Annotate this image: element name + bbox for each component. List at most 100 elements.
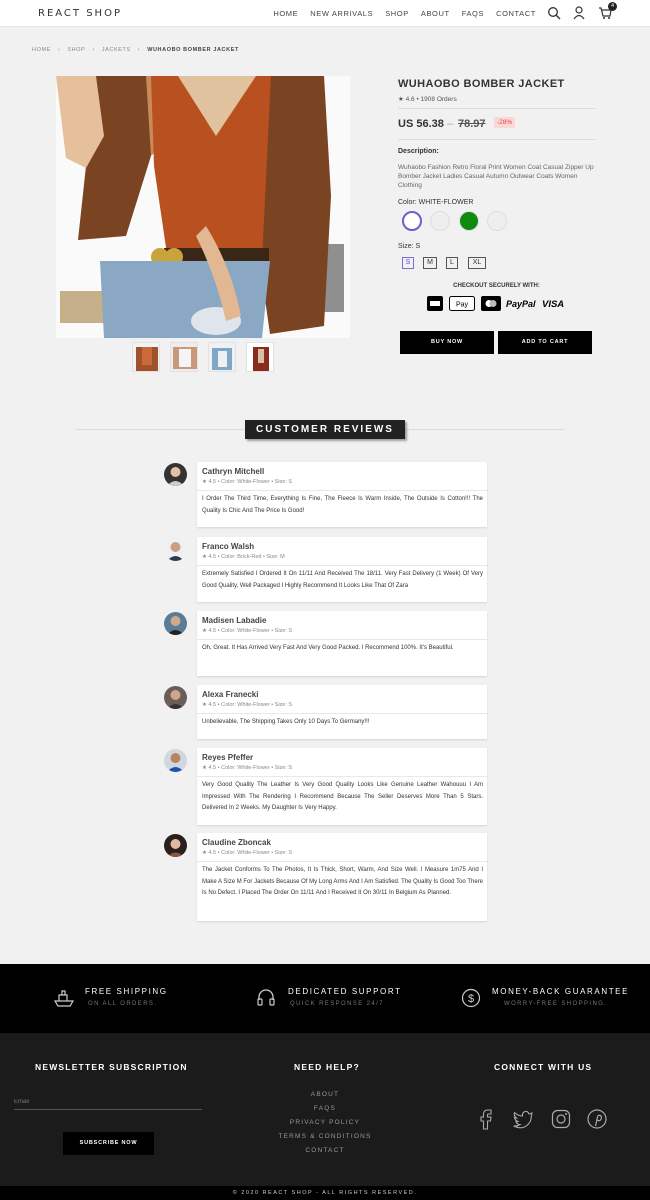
review-card: Madisen Labadie ★ 4.5 • Color: White-Flo… [197,611,487,676]
features-strip: FREE SHIPPING ON ALL ORDERS. DEDICATED S… [0,964,650,1033]
size-label: Size: S [398,243,421,250]
nav-about[interactable]: ABOUT [421,9,450,18]
review-card: Cathryn Mitchell ★ 4.5 • Color: White-Fl… [197,462,487,527]
reviewer-name: Madisen Labadie [202,616,267,625]
svg-text:PayPal: PayPal [506,299,536,309]
review-meta: ★ 4.5 • Color: Brick-Red • Size: M [202,554,285,560]
description-text: Wuhaobo Fashion Retro Floral Print Women… [398,164,594,189]
product-thumbnail[interactable] [208,342,236,372]
footer-link-terms[interactable]: TERMS & CONDITIONS [260,1133,390,1140]
reviewer-name: Reyes Pfeffer [202,753,254,762]
search-icon[interactable] [547,6,561,20]
review-meta: ★ 4.5 • Color: White-Flower • Size: S [202,702,292,708]
svg-text:Pay: Pay [456,302,469,309]
size-option-s[interactable]: S [402,257,414,269]
paypal-icon: PayPal [506,299,536,309]
color-label: Color: WHITE-FLOWER [398,199,474,206]
review-card: Alexa Franecki ★ 4.5 • Color: White-Flow… [197,685,487,739]
logo[interactable]: REACT SHOP [38,8,122,19]
reviewer-name: Cathryn Mitchell [202,467,265,476]
feature-subtitle: ON ALL ORDERS. [88,1001,158,1007]
review-meta-text: 4.5 • Color: White-Flower • Size: S [208,850,293,856]
product-price: US 56.38 – [398,118,453,130]
connect-title: CONNECT WITH US [494,1062,593,1072]
twitter-icon[interactable] [512,1108,534,1130]
color-swatch[interactable] [487,211,507,231]
size-option-xl[interactable]: XL [468,257,486,269]
breadcrumb-shop[interactable]: SHOP [67,47,85,53]
product-rating: ★ 4.6 • 1908 Orders [398,95,457,103]
color-swatch-green[interactable] [459,211,479,231]
breadcrumb-current: WUHAOBO BOMBER JACKET [147,47,239,53]
reviewer-name: Claudine Zboncak [202,838,271,847]
subscribe-button[interactable]: SUBSCRIBE NOW [63,1132,154,1155]
user-icon[interactable] [573,6,585,20]
review-text: Oh, Great. It Has Arrived Very Fast And … [202,645,454,651]
divider [197,639,487,640]
review-text: Unbelievable, The Shipping Takes Only 10… [202,719,370,725]
feature-subtitle: QUICK RESPONSE 24/7 [290,1001,384,1007]
description-label: Description: [398,148,439,155]
review-card: Claudine Zboncak ★ 4.5 • Color: White-Fl… [197,833,487,921]
pinterest-icon[interactable] [586,1108,608,1130]
size-option-m[interactable]: M [423,257,437,269]
review-text: I Order The Third Time, Everything Is Fi… [202,496,483,514]
nav-faqs[interactable]: FAQS [462,9,484,18]
review-meta-text: 4.5 • Color: White-Flower • Size: S [208,628,293,634]
breadcrumb-home[interactable]: HOME [32,47,51,53]
footer-link-privacy[interactable]: PRIVACY POLICY [260,1119,390,1126]
facebook-icon[interactable] [478,1108,494,1130]
price-separator: – [446,118,454,130]
visa-icon: VISA [542,299,564,310]
email-input[interactable] [14,1094,202,1110]
star-icon: ★ [202,765,207,771]
checkout-label: CHECKOUT SECURELY WITH: [453,283,540,289]
star-icon: ★ [202,554,207,560]
divider [197,565,487,566]
rating-text: 4.6 • 1908 Orders [405,96,457,103]
footer-link-faqs[interactable]: FAQS [260,1105,390,1112]
star-icon: ★ [202,628,207,634]
product-thumbnail[interactable] [170,342,198,372]
reviews-heading: CUSTOMER REVIEWS [245,420,405,439]
footer-link-about[interactable]: ABOUT [260,1091,390,1098]
review-card: Franco Walsh ★ 4.5 • Color: Brick-Red • … [197,537,487,602]
avatar [164,834,187,857]
headset-icon [257,989,275,1006]
nav-new-arrivals[interactable]: NEW ARRIVALS [310,9,373,18]
color-swatch-white-flower[interactable] [402,211,422,231]
review-meta: ★ 4.5 • Color: White-Flower • Size: S [202,850,292,856]
star-icon: ★ [398,96,404,103]
product-thumbnail[interactable] [132,342,160,372]
chevron-right-icon: › [137,47,141,53]
divider [197,713,487,714]
review-meta-text: 4.5 • Color: White-Flower • Size: S [208,765,293,771]
main-nav: HOME NEW ARRIVALS SHOP ABOUT FAQS CONTAC… [273,9,536,18]
review-meta: ★ 4.5 • Color: White-Flower • Size: S [202,479,292,485]
add-to-cart-button[interactable]: ADD TO CART [498,331,592,354]
reviewer-name: Franco Walsh [202,542,255,551]
avatar [164,612,187,635]
discount-badge: -28% [494,117,516,128]
footer-link-contact[interactable]: CONTACT [260,1147,390,1154]
product-main-image[interactable] [56,76,350,338]
nav-home[interactable]: HOME [273,9,298,18]
product-thumbnail[interactable] [246,342,274,372]
ship-icon [53,990,75,1007]
buy-now-button[interactable]: BUY NOW [400,331,494,354]
color-swatch[interactable] [430,211,450,231]
size-option-l[interactable]: L [446,257,458,269]
review-meta-text: 4.5 • Color: White-Flower • Size: S [208,702,293,708]
breadcrumb-jackets[interactable]: JACKETS [102,47,131,53]
nav-shop[interactable]: SHOP [385,9,409,18]
review-card: Reyes Pfeffer ★ 4.5 • Color: White-Flowe… [197,748,487,825]
instagram-icon[interactable] [550,1108,572,1130]
feature-subtitle: WORRY-FREE SHOPPING. [504,1001,608,1007]
avatar [164,749,187,772]
copyright: © 2020 REACT SHOP - ALL RIGHTS RESERVED. [0,1186,650,1200]
divider [398,108,595,109]
apple-pay-icon: Pay [449,296,475,311]
nav-contact[interactable]: CONTACT [496,9,536,18]
star-icon: ★ [202,479,207,485]
chevron-right-icon: › [57,47,61,53]
